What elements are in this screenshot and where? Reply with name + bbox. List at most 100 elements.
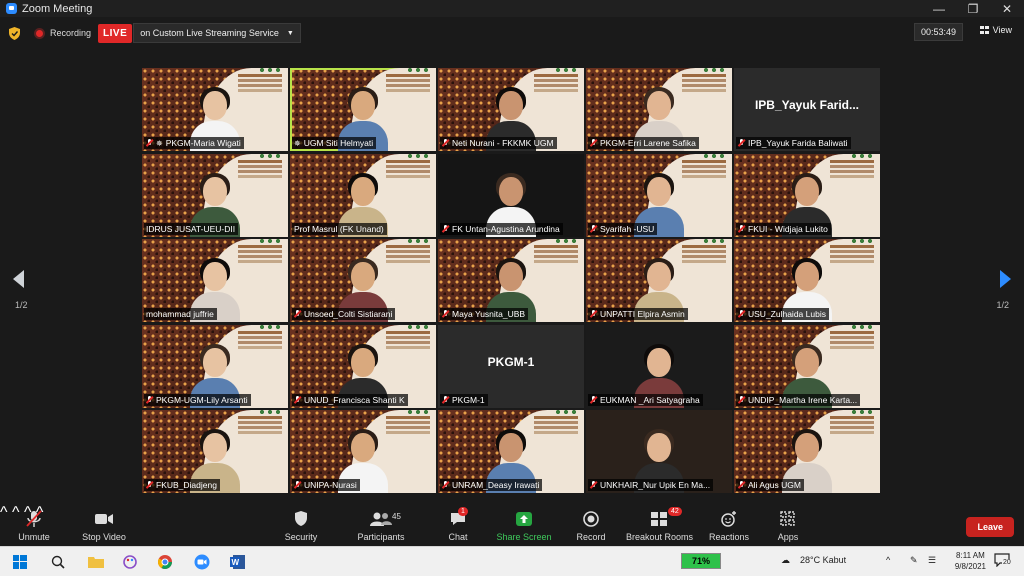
participants-button[interactable]: 45 Participants: [352, 510, 410, 542]
muted-mic-icon: [738, 139, 745, 147]
close-button[interactable]: ✕: [990, 0, 1024, 17]
search-icon[interactable]: [48, 552, 68, 572]
participant-tile[interactable]: UNDIP_Martha Irene Karta...: [734, 324, 880, 408]
encryption-shield-icon[interactable]: [9, 26, 20, 40]
reactions-button[interactable]: Reactions: [707, 510, 751, 542]
stop-video-label: Stop Video: [82, 532, 126, 542]
participant-tile[interactable]: EUKMAN _Ari Satyagraha: [586, 324, 732, 408]
chat-button[interactable]: 1 Chat: [444, 507, 472, 542]
participant-tile[interactable]: UNPATTI Elpira Asmin: [586, 239, 732, 322]
participant-tile[interactable]: FKUB_Diadjeng: [142, 410, 288, 493]
participant-tile[interactable]: USU_Zulhaida Lubis: [734, 239, 880, 322]
next-page-arrow-icon[interactable]: [1000, 270, 1011, 288]
participant-tile[interactable]: ✵ PKGM-Maria Wigati: [142, 68, 288, 151]
notification-center-icon[interactable]: 20: [994, 553, 1012, 569]
participants-label: Participants: [357, 532, 405, 542]
battery-indicator[interactable]: 71%: [681, 553, 721, 569]
participant-tile[interactable]: ✵ UGM Siti Helmyati: [290, 68, 436, 151]
participant-tile[interactable]: mohammad juffrie: [142, 239, 288, 322]
smiley-plus-icon: [707, 510, 751, 528]
unmute-label: Unmute: [18, 532, 50, 542]
unmute-button[interactable]: Unmute: [14, 510, 54, 542]
muted-mic-icon: [442, 310, 449, 318]
chrome-icon[interactable]: [155, 552, 175, 572]
participant-name-label: Unsoed_Colti Sistiarani: [292, 308, 396, 320]
participant-tile[interactable]: UNIPA-Nurasi: [290, 410, 436, 493]
participant-tile[interactable]: Neti Nurani - FKKMK UGM: [438, 68, 584, 151]
security-shield-icon: [282, 510, 320, 528]
zoom-taskbar-icon[interactable]: [192, 552, 212, 572]
page-indicator-left: 1/2: [15, 300, 28, 310]
live-stream-label: on Custom Live Streaming Service: [140, 28, 279, 38]
pen-icon[interactable]: ✎: [910, 555, 918, 566]
participant-tile[interactable]: PKGM-UGM-Lily Arsanti: [142, 324, 288, 408]
participant-name: UNKHAIR_Nur Upik En Ma...: [600, 480, 711, 490]
file-explorer-icon[interactable]: [86, 552, 106, 572]
previous-page-arrow-icon[interactable]: [13, 270, 24, 288]
participant-name-label: Neti Nurani - FKKMK UGM: [440, 137, 557, 149]
security-button[interactable]: Security: [282, 510, 320, 542]
participant-tile[interactable]: FKUI - Widjaja Lukito: [734, 153, 880, 237]
participant-name-label: UNPATTI Elpira Asmin: [588, 308, 688, 320]
participant-name-label: EUKMAN _Ari Satyagraha: [588, 393, 703, 406]
breakout-rooms-button[interactable]: 42 Breakout Rooms: [626, 507, 694, 542]
participant-name: UNDIP_Martha Irene Karta...: [748, 394, 858, 405]
weather-label[interactable]: 28°C Kabut: [800, 555, 846, 565]
taskbar-clock[interactable]: 8:11 AM 9/8/2021: [955, 550, 986, 572]
participant-tile[interactable]: Ali Agus UGM: [734, 410, 880, 493]
stop-video-button[interactable]: Stop Video: [80, 510, 128, 542]
breakout-rooms-label: Breakout Rooms: [626, 532, 694, 542]
muted-mic-icon: [738, 310, 745, 318]
muted-mic-icon: [738, 224, 745, 233]
maximize-button[interactable]: ❐: [956, 0, 990, 17]
chat-label: Chat: [448, 532, 468, 542]
record-button[interactable]: Record: [574, 510, 608, 542]
minimize-button[interactable]: —: [922, 0, 956, 17]
participant-name: FKUB_Diadjeng: [156, 480, 217, 490]
paint-app-icon[interactable]: [120, 552, 140, 572]
participant-name: Maya Yusnita_UBB: [452, 309, 526, 319]
participant-tile[interactable]: Maya Yusnita_UBB: [438, 239, 584, 322]
live-stream-dropdown[interactable]: on Custom Live Streaming Service ▼: [133, 23, 301, 43]
participant-name: UNPATTI Elpira Asmin: [600, 309, 685, 319]
participant-tile[interactable]: Syarifah -USU: [586, 153, 732, 237]
participant-tile[interactable]: Prof Masrul (FK Unand): [290, 153, 436, 237]
participant-name: PKGM-1: [452, 394, 485, 405]
participant-tile[interactable]: PKGM-Erri Larene Safika: [586, 68, 732, 151]
apps-button[interactable]: Apps: [772, 510, 804, 542]
wifi-icon[interactable]: ☰: [928, 555, 936, 566]
participant-tile[interactable]: IPB_Yayuk Farid... IPB_Yayuk Farida Baliw…: [734, 68, 880, 151]
participant-tile[interactable]: UNKHAIR_Nur Upik En Ma...: [586, 410, 732, 493]
leave-button[interactable]: Leave: [966, 517, 1014, 537]
participant-name: UNRAM_Deasy Irawati: [452, 480, 540, 490]
meeting-topbar: Recording LIVE on Custom Live Streaming …: [0, 17, 1024, 49]
meeting-toolbar: Unmute ^ Stop Video ^ Security 45 Partic…: [0, 504, 1024, 546]
view-button[interactable]: View: [976, 22, 1016, 38]
audio-options-chevron-icon[interactable]: ^: [0, 504, 8, 521]
participant-tile[interactable]: UNUD_Francisca Shanti K: [290, 324, 436, 408]
participant-tile[interactable]: UNRAM_Deasy Irawati: [438, 410, 584, 493]
share-screen-button[interactable]: Share Screen: [496, 510, 552, 542]
participant-name-label: PKGM-UGM-Lily Arsanti: [144, 393, 251, 406]
grid-view-icon: [979, 26, 989, 34]
recording-indicator[interactable]: Recording: [34, 27, 91, 39]
recording-dot-icon: [34, 27, 45, 39]
breakout-rooms-icon: 42: [626, 507, 692, 528]
weather-icon[interactable]: ☁: [781, 555, 790, 566]
participant-name-label: Ali Agus UGM: [736, 479, 804, 491]
participant-name: IDRUS JUSAT-UEU-DII: [146, 223, 236, 234]
participant-tile[interactable]: FK Untan-Agustina Arundina: [438, 153, 584, 237]
muted-mic-icon: [146, 395, 153, 404]
participant-name-label: FKUI - Widjaja Lukito: [736, 222, 831, 235]
participant-name-label: ✵ UGM Siti Helmyati: [292, 137, 377, 149]
participant-tile[interactable]: IDRUS JUSAT-UEU-DII: [142, 153, 288, 237]
participant-tile[interactable]: PKGM-1 PKGM-1: [438, 324, 584, 408]
video-camera-icon: [80, 510, 128, 528]
tray-chevron-up-icon[interactable]: ^: [886, 555, 890, 565]
windows-start-icon[interactable]: [10, 552, 30, 572]
participant-name: IPB_Yayuk Farida Baliwati: [748, 138, 848, 148]
word-icon[interactable]: W: [228, 552, 248, 572]
participants-count: 45: [392, 512, 401, 521]
participant-name-label: Prof Masrul (FK Unand): [292, 222, 387, 235]
participant-tile[interactable]: Unsoed_Colti Sistiarani: [290, 239, 436, 322]
